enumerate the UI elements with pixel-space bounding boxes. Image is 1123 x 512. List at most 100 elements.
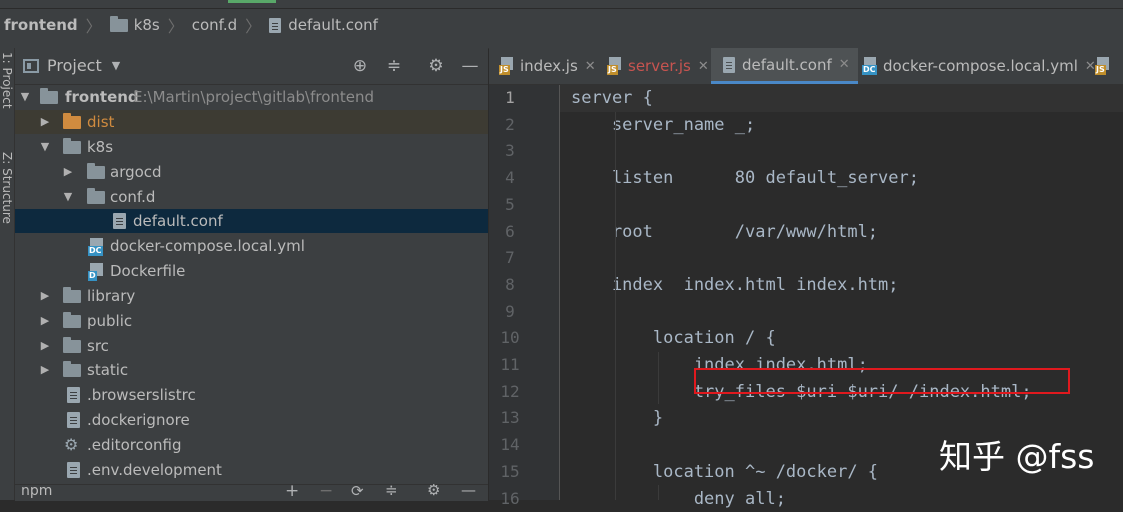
tree-item-editorconfig[interactable]: ⚙ .editorconfig	[15, 433, 488, 457]
code-line[interactable]: }	[571, 405, 1121, 432]
project-view-selector[interactable]: Project ▼	[23, 56, 120, 75]
code-line[interactable]	[571, 299, 1121, 326]
docker-compose-file-icon: DC	[862, 57, 878, 75]
tree-item-static[interactable]: ▶ static	[15, 358, 488, 382]
chevron-right-icon[interactable]: ▶	[39, 309, 51, 333]
tree-item-label: .env.development	[87, 458, 222, 482]
close-icon[interactable]: ✕	[585, 59, 596, 74]
tab-server-js[interactable]: JS server.js ✕	[607, 48, 709, 84]
tab-label: index.js	[520, 57, 578, 75]
line-number: 12	[495, 379, 525, 406]
breadcrumb-item-frontend[interactable]: frontend	[4, 16, 78, 34]
code-line[interactable]: location / {	[571, 325, 1121, 352]
file-icon	[67, 387, 80, 403]
chevron-down-icon[interactable]: ▼	[62, 185, 74, 209]
indent-guide	[658, 485, 659, 500]
code-line[interactable]: index index.html index.htm;	[571, 272, 1121, 299]
tree-item-label: static	[87, 358, 128, 382]
tree-item-browserslistrc[interactable]: .browserslistrc	[15, 383, 488, 407]
breadcrumb-item-conf-d[interactable]: conf.d	[192, 16, 237, 34]
collapse-icon[interactable]: ≑	[384, 56, 404, 76]
folder-icon	[87, 166, 105, 179]
chevron-right-icon[interactable]: ▶	[39, 284, 51, 308]
code-line[interactable]	[571, 138, 1121, 165]
remove-icon[interactable]: −	[319, 481, 333, 501]
indent-guide	[615, 112, 616, 500]
chevron-down-icon[interactable]: ▼	[39, 135, 51, 159]
chevron-right-icon[interactable]: ▶	[62, 160, 74, 184]
folder-icon	[87, 191, 105, 204]
breadcrumb: frontend 〉 k8s 〉 conf.d 〉 default.conf	[0, 0, 1123, 49]
line-number: 9	[495, 299, 525, 326]
dockerfile-icon: D	[88, 263, 106, 281]
chevron-down-icon[interactable]: ▼	[19, 85, 31, 109]
tab-default-conf[interactable]: default.conf ✕	[711, 48, 858, 84]
code-line[interactable]	[571, 192, 1121, 219]
close-icon[interactable]: ✕	[698, 59, 709, 74]
refresh-icon[interactable]: ⟳	[351, 482, 364, 500]
breadcrumb-item-k8s[interactable]: k8s	[134, 16, 160, 34]
js-file-icon: JS	[607, 57, 623, 75]
tree-item-public[interactable]: ▶ public	[15, 309, 488, 333]
code-line[interactable]: server_name _;	[571, 112, 1121, 139]
minimize-icon[interactable]: —	[460, 56, 480, 76]
gear-icon[interactable]: ⚙	[426, 56, 446, 76]
gear-icon: ⚙	[64, 433, 78, 457]
code-line[interactable]	[571, 245, 1121, 272]
locate-icon[interactable]: ⊕	[350, 56, 370, 76]
tree-item-label: dist	[87, 110, 114, 134]
code-line[interactable]: root /var/www/html;	[571, 219, 1121, 246]
line-number: 3	[495, 138, 525, 165]
npm-panel-header: npm + − ⟳ ≑ ⚙ —	[15, 484, 488, 501]
tree-item-src[interactable]: ▶ src	[15, 334, 488, 358]
collapse-icon[interactable]: ≑	[385, 481, 398, 499]
tab-overflow[interactable]: JS	[1095, 48, 1116, 84]
tree-item-library[interactable]: ▶ library	[15, 284, 488, 308]
chevron-right-icon[interactable]: ▶	[39, 358, 51, 382]
line-number: 6	[495, 219, 525, 246]
tree-item-argocd[interactable]: ▶ argocd	[15, 160, 488, 184]
tree-item-label: library	[87, 284, 135, 308]
structure-tool-tab[interactable]: Z: Structure	[0, 152, 14, 224]
gear-icon[interactable]: ⚙	[427, 481, 440, 499]
project-tool-tab[interactable]: 1: Project	[0, 52, 14, 109]
folder-icon	[63, 315, 81, 328]
folder-icon	[63, 290, 81, 303]
close-icon[interactable]: ✕	[839, 57, 850, 72]
tree-item-dockerfile[interactable]: D Dockerfile	[15, 259, 488, 283]
tab-index-js[interactable]: JS index.js ✕	[499, 48, 596, 84]
tree-item-label: .browserslistrc	[87, 383, 196, 407]
tab-label: default.conf	[742, 56, 832, 74]
panel-title: Project	[47, 56, 102, 75]
chevron-right-icon: 〉	[245, 13, 261, 37]
chevron-right-icon[interactable]: ▶	[39, 110, 51, 134]
tree-item-frontend[interactable]: ▼ frontend E:\Martin\project\gitlab\fron…	[15, 85, 488, 109]
minimize-icon[interactable]: —	[461, 481, 476, 499]
code-line[interactable]: server {	[571, 85, 1121, 112]
tree-item-dist[interactable]: ▶ dist	[15, 110, 488, 134]
tree-item-dockerignore[interactable]: .dockerignore	[15, 408, 488, 432]
tree-item-label: k8s	[87, 135, 113, 159]
breadcrumb-item-default-conf[interactable]: default.conf	[288, 16, 378, 34]
tree-item-env-development[interactable]: .env.development	[15, 458, 488, 482]
tree-item-conf-d[interactable]: ▼ conf.d	[15, 185, 488, 209]
line-number: 13	[495, 405, 525, 432]
tab-docker-compose[interactable]: DC docker-compose.local.yml ✕	[862, 48, 1096, 84]
docker-compose-file-icon: DC	[88, 238, 106, 256]
npm-panel-title[interactable]: npm	[21, 483, 52, 499]
add-icon[interactable]: +	[285, 481, 299, 501]
toolbar-strip	[0, 0, 1123, 9]
file-icon	[67, 462, 80, 478]
folder-icon	[40, 91, 58, 104]
tree-item-default-conf[interactable]: default.conf	[15, 209, 488, 233]
tree-item-label: Dockerfile	[110, 259, 185, 283]
line-number: 14	[495, 432, 525, 459]
chevron-right-icon[interactable]: ▶	[39, 334, 51, 358]
code-line[interactable]: deny all;	[571, 486, 1121, 512]
highlight-box	[694, 368, 1070, 394]
line-number: 4	[495, 165, 525, 192]
tree-item-docker-compose[interactable]: DC docker-compose.local.yml	[15, 234, 488, 258]
code-line[interactable]: listen 80 default_server;	[571, 165, 1121, 192]
tree-item-k8s[interactable]: ▼ k8s	[15, 135, 488, 159]
tool-window-stripe: 1: Project Z: Structure	[0, 48, 15, 500]
